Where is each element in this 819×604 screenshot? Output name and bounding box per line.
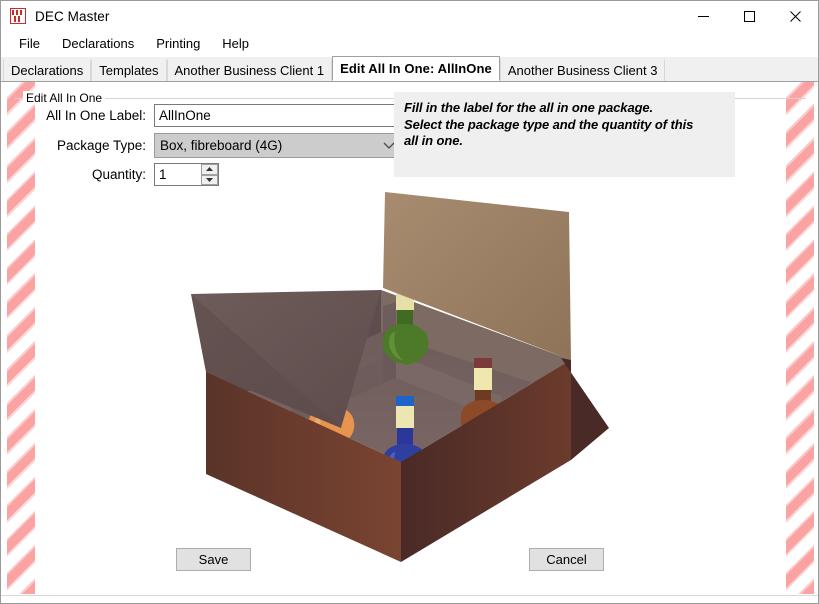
bottle-blue-cap <box>396 396 414 406</box>
window-controls <box>680 1 818 31</box>
bottle-blue-label <box>396 406 414 428</box>
all-in-one-label-input[interactable] <box>154 104 404 127</box>
minimize-icon <box>697 15 709 17</box>
tab-templates[interactable]: Templates <box>91 59 167 81</box>
all-in-one-label-row: All In One Label: <box>23 104 404 127</box>
groupbox-title: Edit All In One <box>23 91 106 105</box>
box-illustration-svg <box>191 192 609 562</box>
bottle-brown-cap <box>474 358 492 368</box>
title-bar: DEC Master <box>1 1 818 32</box>
save-button[interactable]: Save <box>176 548 251 571</box>
menu-item-file[interactable]: File <box>9 33 50 55</box>
close-icon <box>789 10 801 22</box>
close-button[interactable] <box>772 1 818 31</box>
menu-item-declarations[interactable]: Declarations <box>52 33 144 55</box>
minimize-button[interactable] <box>680 1 726 31</box>
maximize-icon <box>743 10 755 22</box>
window-title: DEC Master <box>35 8 110 24</box>
all-in-one-label-caption: All In One Label: <box>46 108 146 123</box>
menu-bar: File Declarations Printing Help <box>1 32 818 57</box>
open-box-with-bottles-illustration <box>151 182 611 582</box>
tab-declarations[interactable]: Declarations <box>3 59 92 81</box>
help-line-2: Select the package type and the quantity… <box>404 116 694 132</box>
help-line-3: all in one. <box>404 133 463 148</box>
tab-edit-all-in-one[interactable]: Edit All In One: AllInOne <box>332 56 500 81</box>
tab-strip: Declarations Templates Another Business … <box>1 56 818 82</box>
tab-another-business-client-1[interactable]: Another Business Client 1 <box>166 59 333 81</box>
package-type-value: Box, fibreboard (4G) <box>160 138 283 153</box>
quantity-increment-button[interactable] <box>201 164 218 175</box>
app-icon <box>10 8 26 24</box>
package-type-row: Package Type: Box, fibreboard (4G) <box>23 133 404 158</box>
app-window: DEC Master File Declarations Printing He… <box>0 0 819 604</box>
tab-another-business-client-3[interactable]: Another Business Client 3 <box>499 59 666 81</box>
bottle-brown-label <box>474 368 492 390</box>
menu-item-printing[interactable]: Printing <box>146 33 210 55</box>
maximize-button[interactable] <box>726 1 772 31</box>
status-bar <box>1 595 818 603</box>
client-area: Edit All In One All In One Label: Packag… <box>1 82 818 603</box>
cancel-button[interactable]: Cancel <box>529 548 604 571</box>
quantity-caption: Quantity: <box>91 167 146 182</box>
help-panel: Fill in the label for the all in one pac… <box>394 92 735 177</box>
package-type-caption: Package Type: <box>56 138 146 153</box>
spinner-up-icon <box>206 167 213 172</box>
package-type-select[interactable]: Box, fibreboard (4G) <box>154 133 404 158</box>
help-line-1: Fill in the label for the all in one pac… <box>404 100 654 115</box>
menu-item-help[interactable]: Help <box>212 33 259 55</box>
